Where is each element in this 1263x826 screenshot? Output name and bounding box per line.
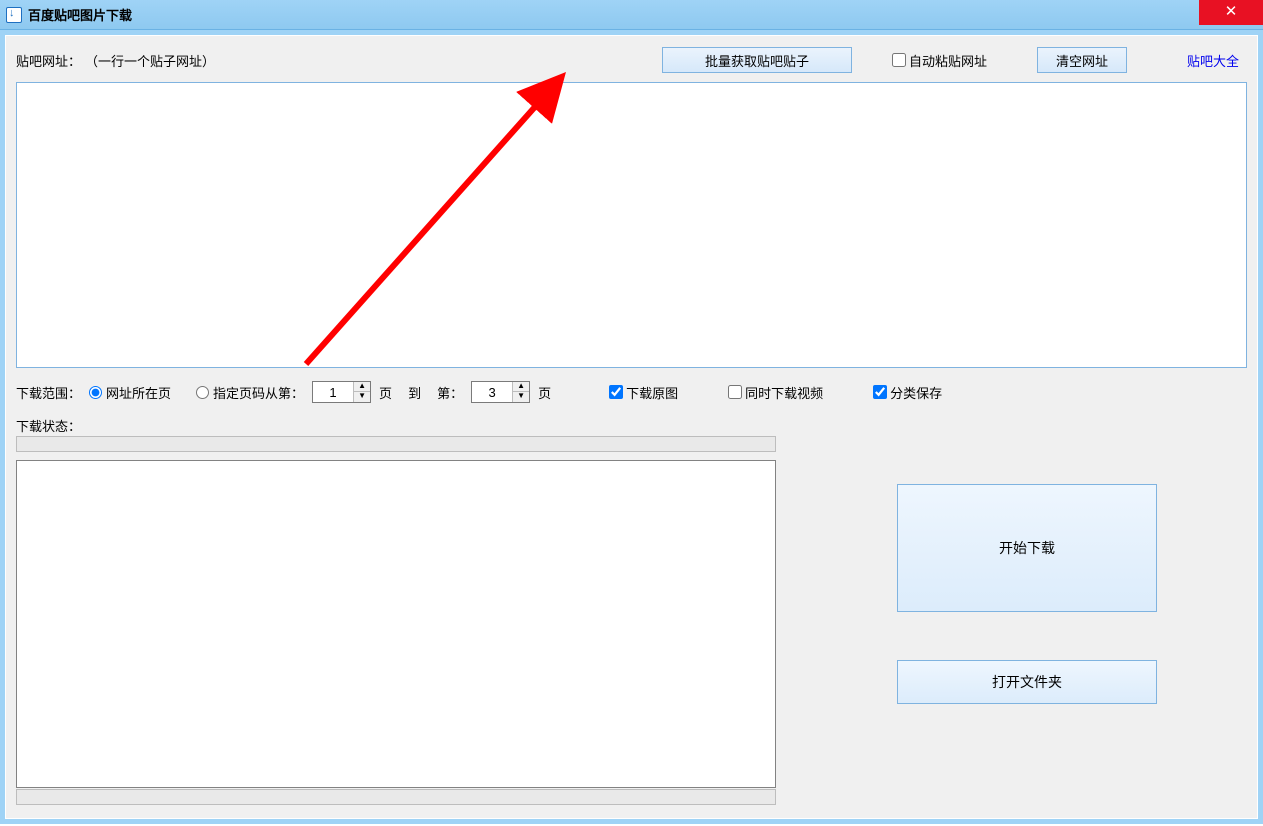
open-folder-button[interactable]: 打开文件夹 xyxy=(897,660,1157,704)
categorize-save-checkbox[interactable] xyxy=(873,385,887,399)
radio-pages-wrap[interactable]: 指定页码从第： xyxy=(196,383,304,402)
radio-current-label: 网址所在页 xyxy=(106,383,171,402)
status-label: 下载状态： xyxy=(16,416,81,435)
urls-textarea[interactable] xyxy=(16,82,1247,368)
range-label: 下载范围： xyxy=(16,383,81,402)
titlebar[interactable]: 百度贴吧图片下载 ✕ xyxy=(0,0,1263,30)
progress-bar xyxy=(16,436,776,452)
auto-paste-label: 自动粘贴网址 xyxy=(909,51,987,70)
all-tieba-link[interactable]: 贴吧大全 xyxy=(1187,51,1239,70)
close-icon: ✕ xyxy=(1225,3,1238,20)
download-video-wrap[interactable]: 同时下载视频 xyxy=(728,383,823,402)
start-download-label: 开始下载 xyxy=(999,538,1055,558)
auto-paste-checkbox[interactable] xyxy=(892,53,906,67)
download-original-wrap[interactable]: 下载原图 xyxy=(609,383,678,402)
page-to-input[interactable] xyxy=(472,382,512,402)
log-textbox[interactable] xyxy=(16,460,776,788)
url-hint: （一行一个贴子网址） xyxy=(85,51,215,70)
start-download-button[interactable]: 开始下载 xyxy=(897,484,1157,612)
batch-get-button[interactable]: 批量获取贴吧贴子 xyxy=(662,47,852,73)
page-from-spinner[interactable]: ▲ ▼ xyxy=(312,381,371,403)
range-mid-3: 第： xyxy=(437,383,463,402)
close-button[interactable]: ✕ xyxy=(1199,0,1263,25)
page-to-down-icon[interactable]: ▼ xyxy=(513,392,529,402)
radio-pages[interactable] xyxy=(196,386,209,399)
download-original-label: 下载原图 xyxy=(626,383,678,402)
main-panel: 贴吧网址： （一行一个贴子网址） 批量获取贴吧贴子 自动粘贴网址 清空网址 贴吧… xyxy=(5,35,1258,819)
client-area: 贴吧网址： （一行一个贴子网址） 批量获取贴吧贴子 自动粘贴网址 清空网址 贴吧… xyxy=(0,30,1263,824)
range-row: 下载范围： 网址所在页 指定页码从第： ▲ ▼ 页 到 xyxy=(16,380,1247,404)
open-folder-label: 打开文件夹 xyxy=(992,672,1062,692)
app-window: 百度贴吧图片下载 ✕ 贴吧网址： （一行一个贴子网址） 批量获取贴吧贴子 自动粘… xyxy=(0,0,1263,824)
page-to-spinner[interactable]: ▲ ▼ xyxy=(471,381,530,403)
app-icon xyxy=(6,7,22,23)
page-from-input[interactable] xyxy=(313,382,353,402)
toolbar-row: 贴吧网址： （一行一个贴子网址） 批量获取贴吧贴子 自动粘贴网址 清空网址 贴吧… xyxy=(16,48,1247,72)
download-original-checkbox[interactable] xyxy=(609,385,623,399)
range-tail: 页 xyxy=(538,383,551,402)
radio-current-wrap[interactable]: 网址所在页 xyxy=(89,383,171,402)
clear-url-button[interactable]: 清空网址 xyxy=(1037,47,1127,73)
clear-url-label: 清空网址 xyxy=(1056,51,1108,70)
download-video-checkbox[interactable] xyxy=(728,385,742,399)
download-video-label: 同时下载视频 xyxy=(745,383,823,402)
batch-get-label: 批量获取贴吧贴子 xyxy=(705,51,809,70)
radio-pages-label: 指定页码从第： xyxy=(213,383,304,402)
window-title: 百度贴吧图片下载 xyxy=(28,5,132,24)
radio-current[interactable] xyxy=(89,386,102,399)
range-mid-2: 到 xyxy=(408,383,421,402)
range-mid-1: 页 xyxy=(379,383,392,402)
url-label: 贴吧网址： xyxy=(16,51,81,70)
auto-paste-checkbox-wrap[interactable]: 自动粘贴网址 xyxy=(892,51,987,70)
log-horizontal-scrollbar[interactable] xyxy=(16,789,776,805)
categorize-save-label: 分类保存 xyxy=(890,383,942,402)
page-from-down-icon[interactable]: ▼ xyxy=(354,392,370,402)
categorize-save-wrap[interactable]: 分类保存 xyxy=(873,383,942,402)
